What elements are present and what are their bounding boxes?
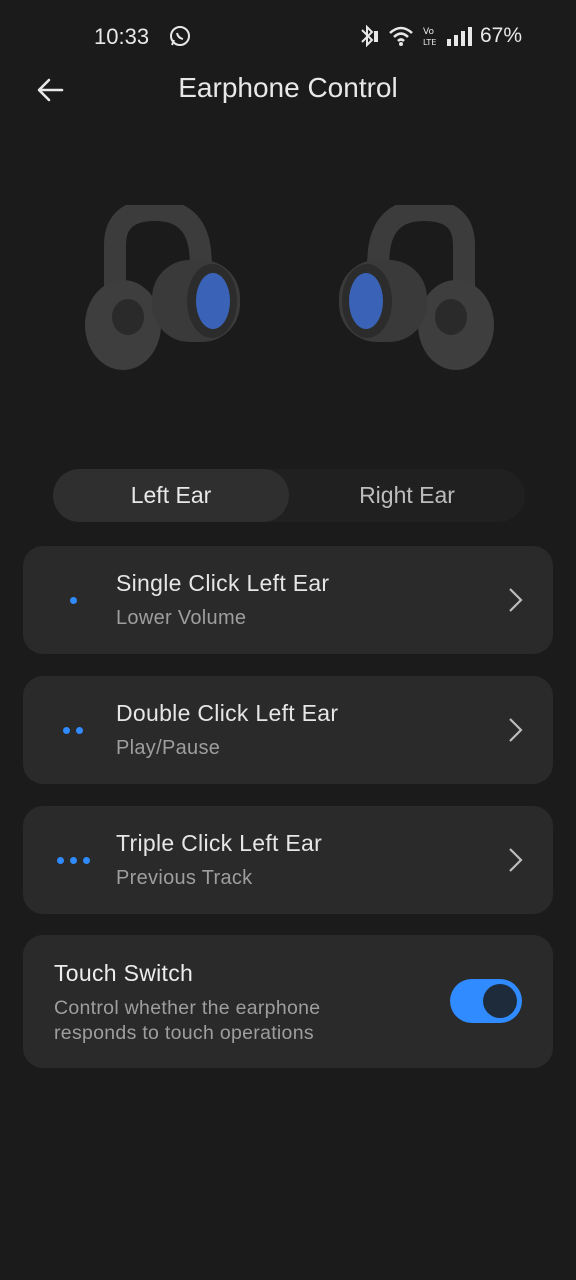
chevron-right-icon bbox=[509, 718, 523, 742]
setting-value: Lower Volume bbox=[116, 607, 247, 629]
volte-icon: Vo LTE bbox=[422, 25, 438, 47]
touch-switch-description: Control whether the earphone responds to… bbox=[54, 997, 321, 1044]
triple-click-setting[interactable]: Triple Click Left Ear Previous Track bbox=[23, 806, 553, 914]
single-dot-icon bbox=[23, 546, 123, 654]
wifi-icon bbox=[388, 25, 414, 47]
tab-left-ear[interactable]: Left Ear bbox=[53, 469, 289, 522]
double-dot-icon bbox=[23, 676, 123, 784]
setting-title: Double Click Left Ear bbox=[116, 700, 339, 726]
whatsapp-icon bbox=[169, 25, 191, 47]
double-click-setting[interactable]: Double Click Left Ear Play/Pause bbox=[23, 676, 553, 784]
status-icons: Vo LTE 67% bbox=[358, 24, 522, 48]
chevron-right-icon bbox=[509, 588, 523, 612]
page-title: Earphone Control bbox=[178, 72, 398, 103]
right-earbud-image bbox=[339, 205, 494, 370]
svg-text:Vo: Vo bbox=[423, 27, 434, 37]
setting-title: Triple Click Left Ear bbox=[116, 830, 323, 856]
setting-title: Single Click Left Ear bbox=[116, 570, 330, 596]
tab-right-ear[interactable]: Right Ear bbox=[289, 469, 525, 522]
setting-value: Play/Pause bbox=[116, 737, 221, 759]
earbuds-illustration bbox=[0, 195, 576, 395]
touch-switch-card: Touch Switch Control whether the earphon… bbox=[23, 935, 553, 1068]
triple-dot-icon bbox=[23, 806, 123, 914]
ear-selector-tabs: Left Ear Right Ear bbox=[53, 469, 525, 522]
chevron-right-icon bbox=[509, 848, 523, 872]
battery-percent: 67% bbox=[479, 24, 522, 47]
setting-value: Previous Track bbox=[116, 867, 253, 889]
signal-icon bbox=[446, 26, 472, 46]
toggle-knob bbox=[483, 984, 517, 1018]
status-time: 10:33 bbox=[94, 24, 150, 49]
left-earbud-image bbox=[85, 205, 240, 370]
app-header: Earphone Control bbox=[0, 60, 576, 120]
touch-switch-toggle[interactable] bbox=[450, 979, 522, 1023]
svg-text:LTE: LTE bbox=[423, 38, 436, 47]
bluetooth-icon bbox=[358, 24, 380, 48]
touch-switch-title: Touch Switch bbox=[54, 960, 194, 986]
single-click-setting[interactable]: Single Click Left Ear Lower Volume bbox=[23, 546, 553, 654]
